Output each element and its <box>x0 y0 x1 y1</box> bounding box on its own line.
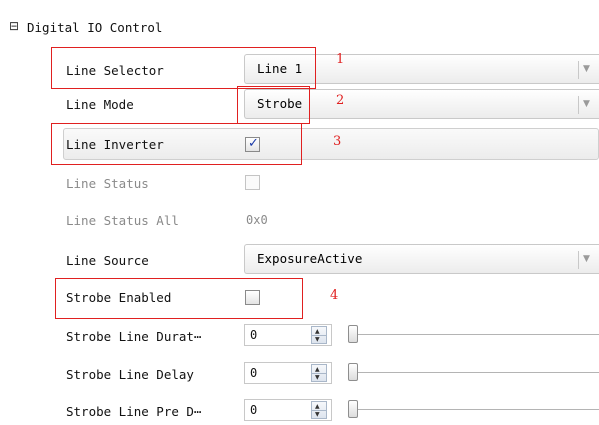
line-status-checkbox <box>245 175 260 190</box>
spin-up-icon[interactable]: ▲ <box>315 403 320 410</box>
line-source-value: ExposureActive <box>257 251 363 266</box>
collapse-icon[interactable]: ⊟ <box>9 19 19 33</box>
spin-up-icon[interactable]: ▲ <box>315 328 320 335</box>
line-status-label: Line Status <box>66 176 149 191</box>
line-source-dropdown[interactable]: ExposureActive ▼ <box>244 244 599 274</box>
strobe-line-pre-delay-label: Strobe Line Pre D⋯ <box>66 404 202 419</box>
line-status-all-value: 0x0 <box>246 213 268 227</box>
strobe-line-delay-spinbox[interactable]: 0 ▲ ▼ <box>244 362 332 384</box>
strobe-line-duration-label: Strobe Line Durat⋯ <box>66 329 202 344</box>
annotation-box-4 <box>55 278 303 319</box>
spin-down-icon[interactable]: ▼ <box>315 411 320 418</box>
strobe-line-pre-delay-spinbox[interactable]: 0 ▲ ▼ <box>244 399 332 421</box>
line-source-label: Line Source <box>66 253 149 268</box>
strobe-line-duration-slider-thumb[interactable] <box>348 325 358 343</box>
strobe-line-duration-value: 0 <box>250 328 258 342</box>
annotation-number-3: 3 <box>333 134 342 149</box>
strobe-line-pre-delay-value: 0 <box>250 403 258 417</box>
spin-down-icon[interactable]: ▼ <box>315 374 320 381</box>
dropdown-separator <box>578 251 579 269</box>
spin-down-icon[interactable]: ▼ <box>315 336 320 343</box>
dropdown-separator <box>578 96 579 114</box>
strobe-line-delay-label: Strobe Line Delay <box>66 367 194 382</box>
dropdown-separator <box>578 61 579 79</box>
section-title: Digital IO Control <box>27 20 163 35</box>
annotation-box-1 <box>51 47 316 89</box>
spin-buttons[interactable]: ▲ ▼ <box>311 401 327 419</box>
line-mode-label: Line Mode <box>66 97 134 112</box>
annotation-box-3 <box>51 123 302 165</box>
chevron-down-icon[interactable]: ▼ <box>583 99 590 109</box>
strobe-line-pre-delay-slider-track[interactable] <box>352 409 599 410</box>
strobe-line-pre-delay-slider-thumb[interactable] <box>348 400 358 418</box>
spin-up-icon[interactable]: ▲ <box>315 366 320 373</box>
chevron-down-icon[interactable]: ▼ <box>583 64 590 74</box>
spin-buttons[interactable]: ▲ ▼ <box>311 326 327 344</box>
line-status-all-label: Line Status All <box>66 213 179 228</box>
annotation-box-2 <box>237 86 310 124</box>
annotation-number-1: 1 <box>336 52 345 67</box>
chevron-down-icon[interactable]: ▼ <box>583 254 590 264</box>
strobe-line-duration-slider-track[interactable] <box>352 334 599 335</box>
annotation-number-4: 4 <box>330 288 339 303</box>
strobe-line-delay-value: 0 <box>250 366 258 380</box>
annotation-number-2: 2 <box>336 93 345 108</box>
strobe-line-duration-spinbox[interactable]: 0 ▲ ▼ <box>244 324 332 346</box>
spin-buttons[interactable]: ▲ ▼ <box>311 364 327 382</box>
strobe-line-delay-slider-track[interactable] <box>352 372 599 373</box>
strobe-line-delay-slider-thumb[interactable] <box>348 363 358 381</box>
